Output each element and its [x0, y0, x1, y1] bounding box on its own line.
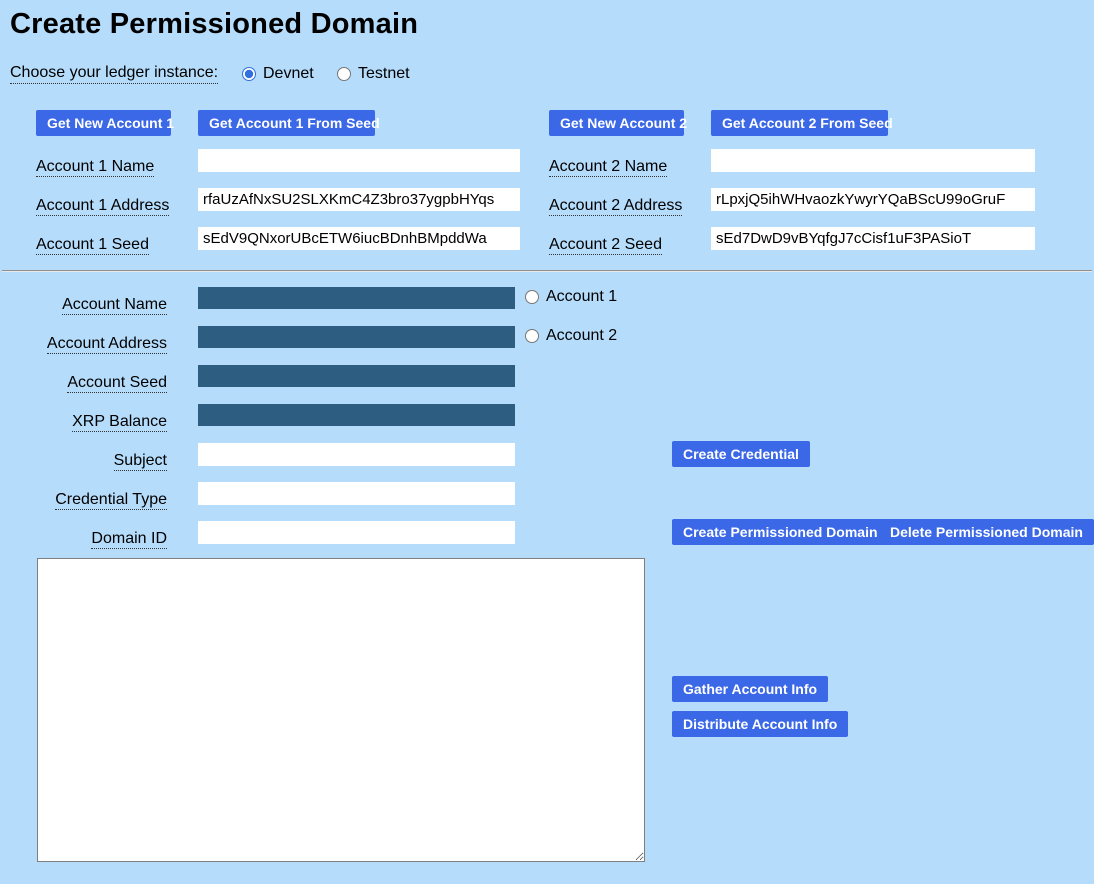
account2-seed-input[interactable] [711, 227, 1035, 250]
create-permissioned-domain-page: Create Permissioned Domain Choose your l… [0, 0, 1094, 884]
account-name-label: Account Name [62, 296, 167, 315]
account2-seed-label: Account 2 Seed [549, 236, 662, 255]
xrp-balance-label: XRP Balance [72, 413, 167, 432]
account2-name-input[interactable] [711, 149, 1035, 172]
domain-id-input[interactable] [198, 521, 515, 544]
create-credential-button[interactable]: Create Credential [672, 441, 810, 467]
get-new-account2-button[interactable]: Get New Account 2 [549, 110, 684, 136]
xrp-balance-field[interactable] [198, 404, 515, 426]
distribute-account-info-button[interactable]: Distribute Account Info [672, 711, 848, 737]
get-account2-from-seed-button[interactable]: Get Account 2 From Seed [711, 110, 888, 136]
account2-name-label: Account 2 Name [549, 158, 667, 177]
testnet-radio[interactable] [337, 67, 351, 81]
account1-seed-input[interactable] [198, 227, 520, 250]
account1-seed-label: Account 1 Seed [36, 236, 149, 255]
account-seed-field[interactable] [198, 365, 515, 387]
section-divider [2, 270, 1092, 272]
domain-id-label: Domain ID [91, 530, 167, 549]
gather-account-info-button[interactable]: Gather Account Info [672, 676, 828, 702]
page-title: Create Permissioned Domain [10, 8, 418, 41]
account-address-field[interactable] [198, 326, 515, 348]
devnet-radio-label: Devnet [263, 65, 314, 83]
account-address-label: Account Address [47, 335, 167, 354]
credential-type-input[interactable] [198, 482, 515, 505]
account1-address-label: Account 1 Address [36, 197, 169, 216]
delete-permissioned-domain-button[interactable]: Delete Permissioned Domain [879, 519, 1094, 545]
account2-address-input[interactable] [711, 188, 1035, 211]
ledger-instance-label: Choose your ledger instance: [10, 64, 218, 84]
account2-select-radio-label: Account 2 [546, 327, 617, 345]
subject-input[interactable] [198, 443, 515, 466]
credential-type-label: Credential Type [55, 491, 167, 510]
devnet-radio[interactable] [242, 67, 256, 81]
results-textarea[interactable] [37, 558, 645, 862]
account2-address-label: Account 2 Address [549, 197, 682, 216]
account-seed-label: Account Seed [67, 374, 167, 393]
account-name-field[interactable] [198, 287, 515, 309]
account1-name-input[interactable] [198, 149, 520, 172]
testnet-radio-label: Testnet [358, 65, 410, 83]
get-account1-from-seed-button[interactable]: Get Account 1 From Seed [198, 110, 375, 136]
account1-name-label: Account 1 Name [36, 158, 154, 177]
subject-label: Subject [114, 452, 167, 471]
create-permissioned-domain-button[interactable]: Create Permissioned Domain [672, 519, 889, 545]
account2-select-radio[interactable] [525, 329, 539, 343]
account1-address-input[interactable] [198, 188, 520, 211]
account1-select-radio-label: Account 1 [546, 288, 617, 306]
account1-select-radio[interactable] [525, 290, 539, 304]
get-new-account1-button[interactable]: Get New Account 1 [36, 110, 171, 136]
